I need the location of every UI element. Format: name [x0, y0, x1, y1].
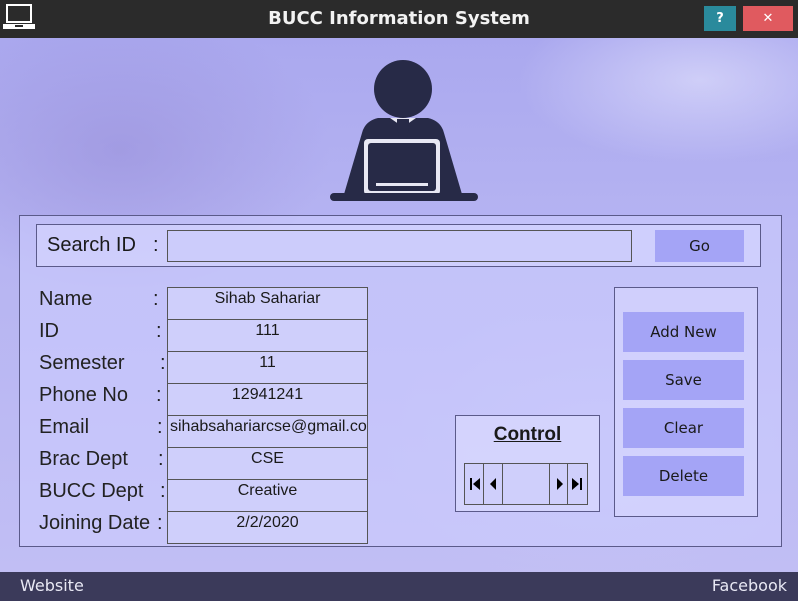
brac-dept-field[interactable]: CSE	[167, 447, 368, 480]
help-button[interactable]: ?	[704, 6, 736, 31]
facebook-link[interactable]: Facebook	[712, 572, 787, 600]
close-button[interactable]: ✕	[743, 6, 793, 31]
bucc-dept-field[interactable]: Creative	[167, 479, 368, 512]
record-position[interactable]	[504, 464, 548, 504]
title-bar: BUCC Information System ? ✕	[0, 0, 798, 38]
record-navigator	[464, 463, 588, 505]
go-button[interactable]: Go	[655, 230, 744, 262]
add-new-button[interactable]: Add New	[623, 312, 744, 352]
email-field[interactable]: sihabsahariarcse@gmail.com	[167, 415, 368, 448]
semester-field[interactable]: 11	[167, 351, 368, 384]
id-colon: :	[156, 320, 162, 342]
footer-bar: Website Facebook	[0, 572, 798, 601]
save-button[interactable]: Save	[623, 360, 744, 400]
skip-last-icon[interactable]	[568, 464, 587, 504]
skip-first-icon[interactable]	[465, 464, 484, 504]
email-label: Email	[39, 416, 90, 438]
website-link[interactable]: Website	[20, 572, 84, 600]
name-label: Name	[39, 288, 93, 310]
email-colon: :	[157, 416, 163, 438]
phone-label: Phone No	[39, 384, 128, 406]
next-icon[interactable]	[549, 464, 568, 504]
brac-dept-colon: :	[158, 448, 164, 470]
id-label: ID	[39, 320, 59, 342]
search-colon: :	[153, 234, 159, 256]
name-field[interactable]: Sihab Sahariar	[167, 287, 368, 320]
user-at-laptop-icon	[330, 60, 478, 201]
id-field[interactable]: 111	[167, 319, 368, 352]
prev-icon[interactable]	[484, 464, 503, 504]
search-label: Search ID	[47, 234, 136, 256]
bucc-dept-colon: :	[160, 480, 166, 502]
semester-label: Semester	[39, 352, 125, 374]
name-colon: :	[153, 288, 159, 310]
bucc-dept-label: BUCC Dept	[39, 480, 144, 502]
semester-colon: :	[160, 352, 166, 374]
clear-button[interactable]: Clear	[623, 408, 744, 448]
search-input[interactable]	[167, 230, 632, 262]
phone-colon: :	[156, 384, 162, 406]
joining-date-label: Joining Date	[39, 512, 151, 534]
window-title: BUCC Information System	[268, 8, 530, 29]
brac-dept-label: Brac Dept	[39, 448, 128, 470]
joining-date-field[interactable]: 2/2/2020	[167, 511, 368, 544]
delete-button[interactable]: Delete	[623, 456, 744, 496]
phone-field[interactable]: 12941241	[167, 383, 368, 416]
control-title: Control	[493, 424, 562, 445]
joining-date-colon: :	[157, 512, 163, 534]
